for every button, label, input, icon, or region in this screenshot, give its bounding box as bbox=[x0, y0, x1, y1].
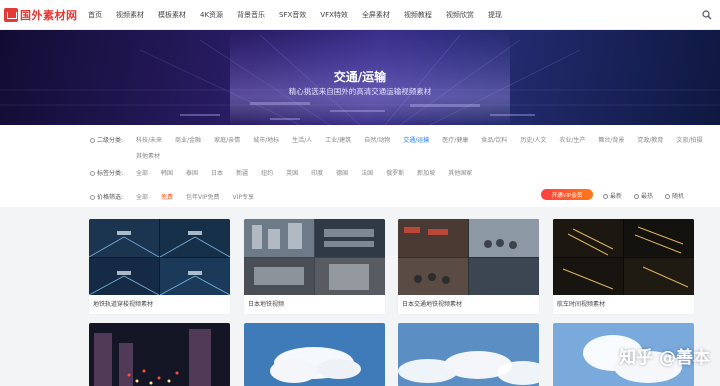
nav-item[interactable]: 视频素材 bbox=[116, 10, 144, 20]
nav-item[interactable]: 首页 bbox=[88, 10, 102, 20]
tags-option[interactable]: 纽约 bbox=[261, 168, 273, 177]
tags-option[interactable]: 新疆 bbox=[236, 168, 248, 177]
category-options: 科技/未来 商业/金融 家庭/亲情 城市/地标 生活/人 工业/建筑 自然/动物 交通/运输 医… bbox=[136, 135, 716, 167]
sort-label: 最热 bbox=[641, 193, 654, 200]
video-title: 航车时间视频素材 bbox=[557, 301, 606, 308]
category-option[interactable]: 历史/人文 bbox=[520, 135, 546, 144]
nav-item[interactable]: VFX特效 bbox=[320, 10, 348, 20]
banner-subtitle: 精心挑选来自国外的高清交通运输视频素材 bbox=[288, 87, 432, 96]
video-thumbnail bbox=[244, 219, 385, 295]
sort-options: 最新 最热 随机 bbox=[603, 191, 696, 200]
sort-option[interactable]: 随机 bbox=[665, 191, 684, 200]
nav-item[interactable]: 背景音乐 bbox=[237, 10, 265, 20]
open-vip-button[interactable]: 开通VIP会员 bbox=[541, 189, 593, 200]
category-option[interactable]: 其他素材 bbox=[136, 151, 160, 160]
tags-option[interactable]: 韩国 bbox=[161, 168, 173, 177]
category-filter-label: 二级分类: bbox=[90, 135, 123, 144]
tag-label-text: 标签分类: bbox=[97, 170, 124, 177]
tags-option[interactable]: 其他国家 bbox=[448, 168, 472, 177]
top-navigation-bar: 国外素材网 首页 视频素材 模板素材 4K资源 背景音乐 SFX音效 VFX特效 全屏素材 视频… bbox=[0, 0, 720, 30]
sort-option[interactable]: 最热 bbox=[634, 191, 653, 200]
video-thumbnail bbox=[89, 323, 230, 386]
tag-filter-label: 标签分类: bbox=[90, 168, 123, 177]
tags-option[interactable]: 英国 bbox=[286, 168, 298, 177]
video-card[interactable] bbox=[244, 323, 385, 386]
nav-item[interactable]: 4K资源 bbox=[200, 10, 223, 20]
watermark-text: 知乎 @善本 bbox=[619, 348, 710, 368]
tag-icon bbox=[90, 171, 95, 176]
category-option[interactable]: 舞台/背景 bbox=[598, 135, 624, 144]
logo-icon bbox=[4, 8, 18, 22]
category-option[interactable]: 工业/建筑 bbox=[325, 135, 351, 144]
tag-options: 全部 韩国 泰国 日本 新疆 纽约 英国 印度 德国 法国 俄罗斯 新加坡 其他国家 bbox=[136, 168, 716, 184]
category-option[interactable]: 医疗/健康 bbox=[442, 135, 468, 144]
price-option[interactable]: 包年VIP免费 bbox=[186, 192, 220, 201]
sort-label: 随机 bbox=[672, 193, 685, 200]
video-thumbnail bbox=[398, 219, 539, 295]
tags-option[interactable]: 日本 bbox=[211, 168, 223, 177]
sort-option[interactable]: 最新 bbox=[603, 191, 622, 200]
price-option[interactable]: VIP专享 bbox=[233, 192, 255, 201]
video-card[interactable]: 航车时间视频素材 bbox=[553, 219, 694, 314]
category-label-text: 二级分类: bbox=[97, 137, 124, 144]
category-option[interactable]: 城市/地标 bbox=[253, 135, 279, 144]
tags-option[interactable]: 德国 bbox=[336, 168, 348, 177]
tags-option[interactable]: 全部 bbox=[136, 168, 148, 177]
video-thumbnail bbox=[398, 323, 539, 386]
tags-option[interactable]: 俄罗斯 bbox=[386, 168, 404, 177]
video-title: 地铁轨道穿梭视频素材 bbox=[93, 301, 154, 308]
category-option[interactable]: 商业/金融 bbox=[175, 135, 201, 144]
category-option[interactable]: 党政/教育 bbox=[637, 135, 663, 144]
category-option[interactable]: 生活/人 bbox=[292, 135, 312, 144]
price-filter-label: 价格筛选: bbox=[90, 192, 123, 201]
site-logo[interactable]: 国外素材网 bbox=[4, 6, 78, 24]
video-card[interactable] bbox=[89, 323, 230, 386]
logo-text: 国外素材网 bbox=[20, 9, 78, 22]
banner-title: 交通/运输 bbox=[333, 70, 387, 84]
search-icon[interactable] bbox=[702, 10, 712, 20]
price-option[interactable]: 免费 bbox=[161, 192, 173, 201]
main-nav: 首页 视频素材 模板素材 4K资源 背景音乐 SFX音效 VFX特效 全屏素材 视频教程 视频欣赏… bbox=[88, 0, 516, 30]
price-icon bbox=[90, 195, 95, 200]
video-card[interactable]: 日本交通地铁视频素材 bbox=[398, 219, 539, 314]
video-title: 日本交通地铁视频素材 bbox=[402, 301, 463, 308]
nav-item[interactable]: 全屏素材 bbox=[362, 10, 390, 20]
category-option[interactable]: 交通/运输 bbox=[403, 135, 429, 144]
sort-icon bbox=[603, 194, 608, 199]
tags-option[interactable]: 法国 bbox=[361, 168, 373, 177]
video-card[interactable]: 日本地铁视频 bbox=[244, 219, 385, 314]
price-label-text: 价格筛选: bbox=[97, 194, 124, 201]
sort-label: 最新 bbox=[610, 193, 623, 200]
tags-option[interactable]: 泰国 bbox=[186, 168, 198, 177]
nav-item[interactable]: 提现 bbox=[488, 10, 502, 20]
category-option[interactable]: 家庭/亲情 bbox=[214, 135, 240, 144]
video-thumbnail bbox=[553, 219, 694, 295]
category-option[interactable]: 文旅/拍摄 bbox=[676, 135, 702, 144]
video-thumbnail bbox=[89, 219, 230, 295]
nav-item[interactable]: 模板素材 bbox=[158, 10, 186, 20]
price-option[interactable]: 全部 bbox=[136, 192, 148, 201]
video-card[interactable]: 地铁轨道穿梭视频素材 bbox=[89, 219, 230, 314]
sort-icon bbox=[665, 194, 671, 199]
video-thumbnail bbox=[244, 323, 385, 386]
category-option[interactable]: 自然/动物 bbox=[364, 135, 390, 144]
sort-icon bbox=[634, 194, 640, 199]
video-card[interactable] bbox=[398, 323, 539, 386]
category-option[interactable]: 农业/生产 bbox=[559, 135, 585, 144]
category-banner: 交通/运输 精心挑选来自国外的高清交通运输视频素材 bbox=[0, 30, 720, 125]
tags-option[interactable]: 印度 bbox=[311, 168, 323, 177]
nav-item[interactable]: 视频教程 bbox=[404, 10, 432, 20]
nav-item[interactable]: 视频欣赏 bbox=[446, 10, 474, 20]
video-title: 日本地铁视频 bbox=[248, 301, 285, 308]
tags-option[interactable]: 新加坡 bbox=[417, 168, 435, 177]
nav-item[interactable]: SFX音效 bbox=[279, 10, 306, 20]
category-option[interactable]: 科技/未来 bbox=[136, 135, 162, 144]
category-option[interactable]: 食品/饮料 bbox=[481, 135, 507, 144]
category-icon bbox=[90, 138, 95, 143]
